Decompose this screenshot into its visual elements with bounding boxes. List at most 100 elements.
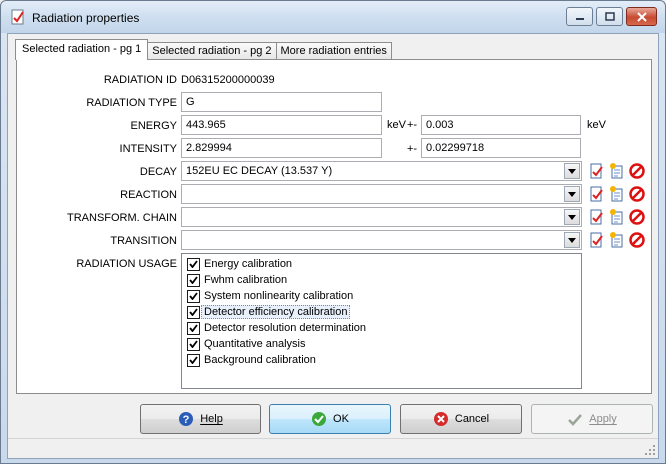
list-item[interactable]: System nonlinearity calibration bbox=[187, 288, 581, 304]
delete-icon[interactable] bbox=[629, 186, 645, 202]
radiation-id-value: D06315200000039 bbox=[181, 74, 275, 86]
energy-plus-minus: +- bbox=[407, 119, 418, 131]
help-icon: ? bbox=[179, 412, 194, 426]
edit-document-icon[interactable] bbox=[589, 163, 605, 179]
maximize-button[interactable] bbox=[596, 7, 623, 26]
usage-label: Detector resolution determination bbox=[204, 322, 367, 334]
cancel-button[interactable]: Cancel bbox=[400, 404, 522, 434]
minimize-icon bbox=[575, 17, 584, 20]
intensity-label: INTENSITY bbox=[119, 143, 177, 155]
tab-more-radiation-entries[interactable]: More radiation entries bbox=[275, 42, 392, 60]
transition-label: TRANSITION bbox=[110, 235, 177, 247]
chevron-down-icon[interactable] bbox=[564, 209, 580, 225]
radiation-type-label: RADIATION TYPE bbox=[86, 97, 177, 109]
ok-button[interactable]: OK bbox=[269, 404, 391, 434]
energy-field[interactable]: 443.965 bbox=[181, 115, 382, 135]
window-title: Radiation properties bbox=[32, 11, 140, 25]
usage-label: Background calibration bbox=[204, 354, 316, 366]
check-icon bbox=[189, 324, 198, 332]
list-item[interactable]: Fwhm calibration bbox=[187, 272, 581, 288]
checkbox[interactable] bbox=[187, 337, 200, 351]
check-icon bbox=[189, 292, 198, 300]
chevron-down-icon[interactable] bbox=[564, 232, 580, 248]
transition-select[interactable] bbox=[181, 230, 582, 250]
list-item[interactable]: Detector efficiency calibration bbox=[187, 304, 581, 320]
transform-chain-label: TRANSFORM. CHAIN bbox=[67, 212, 177, 224]
edit-document-icon[interactable] bbox=[589, 209, 605, 225]
chevron-down-icon[interactable] bbox=[564, 186, 580, 202]
energy-label: ENERGY bbox=[130, 120, 177, 132]
close-icon bbox=[636, 11, 647, 22]
delete-icon[interactable] bbox=[629, 209, 645, 225]
check-icon bbox=[189, 276, 198, 284]
intensity-field[interactable]: 2.829994 bbox=[181, 138, 382, 158]
usage-label: Energy calibration bbox=[204, 258, 293, 270]
new-document-icon[interactable] bbox=[609, 209, 625, 225]
radiation-id-label: RADIATION ID bbox=[103, 74, 177, 86]
new-document-icon[interactable] bbox=[609, 163, 625, 179]
check-icon bbox=[189, 308, 198, 316]
tab-selected-radiation-pg1[interactable]: Selected radiation - pg 1 bbox=[15, 39, 149, 60]
checkbox[interactable] bbox=[187, 353, 200, 367]
new-document-icon[interactable] bbox=[609, 186, 625, 202]
svg-text:?: ? bbox=[183, 414, 190, 426]
decay-label: DECAY bbox=[139, 166, 177, 178]
radiation-usage-label: RADIATION USAGE bbox=[76, 258, 177, 270]
status-bar bbox=[8, 438, 658, 458]
tab-strip: Selected radiation - pg 1 Selected radia… bbox=[15, 39, 392, 61]
reaction-label: REACTION bbox=[120, 189, 177, 201]
checkbox[interactable] bbox=[187, 289, 200, 303]
cancel-button-label: Cancel bbox=[454, 413, 490, 425]
tab-panel: RADIATION ID D06315200000039 RADIATION T… bbox=[16, 59, 652, 394]
chevron-down-icon[interactable] bbox=[564, 163, 580, 179]
apply-button[interactable]: Apply bbox=[531, 404, 653, 434]
check-icon bbox=[189, 340, 198, 348]
checkbox[interactable] bbox=[187, 321, 200, 335]
dialog-body: Selected radiation - pg 1 Selected radia… bbox=[7, 33, 659, 459]
edit-document-icon[interactable] bbox=[589, 232, 605, 248]
energy-uncertainty-field[interactable]: 0.003 bbox=[421, 115, 581, 135]
reaction-select[interactable] bbox=[181, 184, 582, 204]
list-item[interactable]: Background calibration bbox=[187, 352, 581, 368]
check-icon bbox=[189, 356, 198, 364]
energy-uncertainty-unit: keV bbox=[587, 119, 606, 131]
apply-icon bbox=[568, 414, 583, 426]
dialog-window: Radiation properties Selected radiation … bbox=[0, 0, 666, 464]
maximize-icon bbox=[604, 12, 615, 21]
transform-chain-select[interactable] bbox=[181, 207, 582, 227]
ok-button-label: OK bbox=[333, 413, 349, 425]
usage-label: Fwhm calibration bbox=[204, 274, 288, 286]
check-icon bbox=[189, 260, 198, 268]
intensity-uncertainty-field[interactable]: 0.02299718 bbox=[421, 138, 581, 158]
list-item[interactable]: Detector resolution determination bbox=[187, 320, 581, 336]
minimize-button[interactable] bbox=[566, 7, 593, 26]
title-bar[interactable]: Radiation properties bbox=[1, 1, 665, 33]
decay-select[interactable]: 152EU EC DECAY (13.537 Y) bbox=[181, 161, 582, 181]
intensity-plus-minus: +- bbox=[407, 143, 418, 155]
energy-unit: keV bbox=[387, 119, 406, 131]
cancel-icon bbox=[433, 412, 448, 426]
tab-selected-radiation-pg2[interactable]: Selected radiation - pg 2 bbox=[147, 42, 277, 60]
checkbox[interactable] bbox=[187, 257, 200, 271]
checkbox[interactable] bbox=[187, 305, 200, 319]
radiation-usage-list[interactable]: Energy calibration Fwhm calibration Syst… bbox=[181, 253, 582, 389]
apply-button-label: Apply bbox=[589, 413, 617, 425]
close-button[interactable] bbox=[626, 7, 657, 26]
list-item[interactable]: Energy calibration bbox=[187, 256, 581, 272]
delete-icon[interactable] bbox=[629, 232, 645, 248]
edit-document-icon[interactable] bbox=[589, 186, 605, 202]
resize-grip-icon[interactable] bbox=[644, 444, 656, 456]
delete-icon[interactable] bbox=[629, 163, 645, 179]
new-document-icon[interactable] bbox=[609, 232, 625, 248]
decay-select-value: 152EU EC DECAY (13.537 Y) bbox=[186, 165, 333, 177]
check-circle-icon bbox=[312, 412, 327, 426]
radiation-type-field[interactable]: G bbox=[181, 92, 382, 112]
help-button[interactable]: ? Help bbox=[140, 404, 261, 434]
checkbox[interactable] bbox=[187, 273, 200, 287]
help-button-label: Help bbox=[200, 413, 223, 425]
usage-label: Quantitative analysis bbox=[204, 338, 306, 350]
usage-label: System nonlinearity calibration bbox=[204, 290, 354, 302]
list-item[interactable]: Quantitative analysis bbox=[187, 336, 581, 352]
usage-label: Detector efficiency calibration bbox=[201, 305, 351, 319]
document-check-icon bbox=[11, 9, 24, 25]
